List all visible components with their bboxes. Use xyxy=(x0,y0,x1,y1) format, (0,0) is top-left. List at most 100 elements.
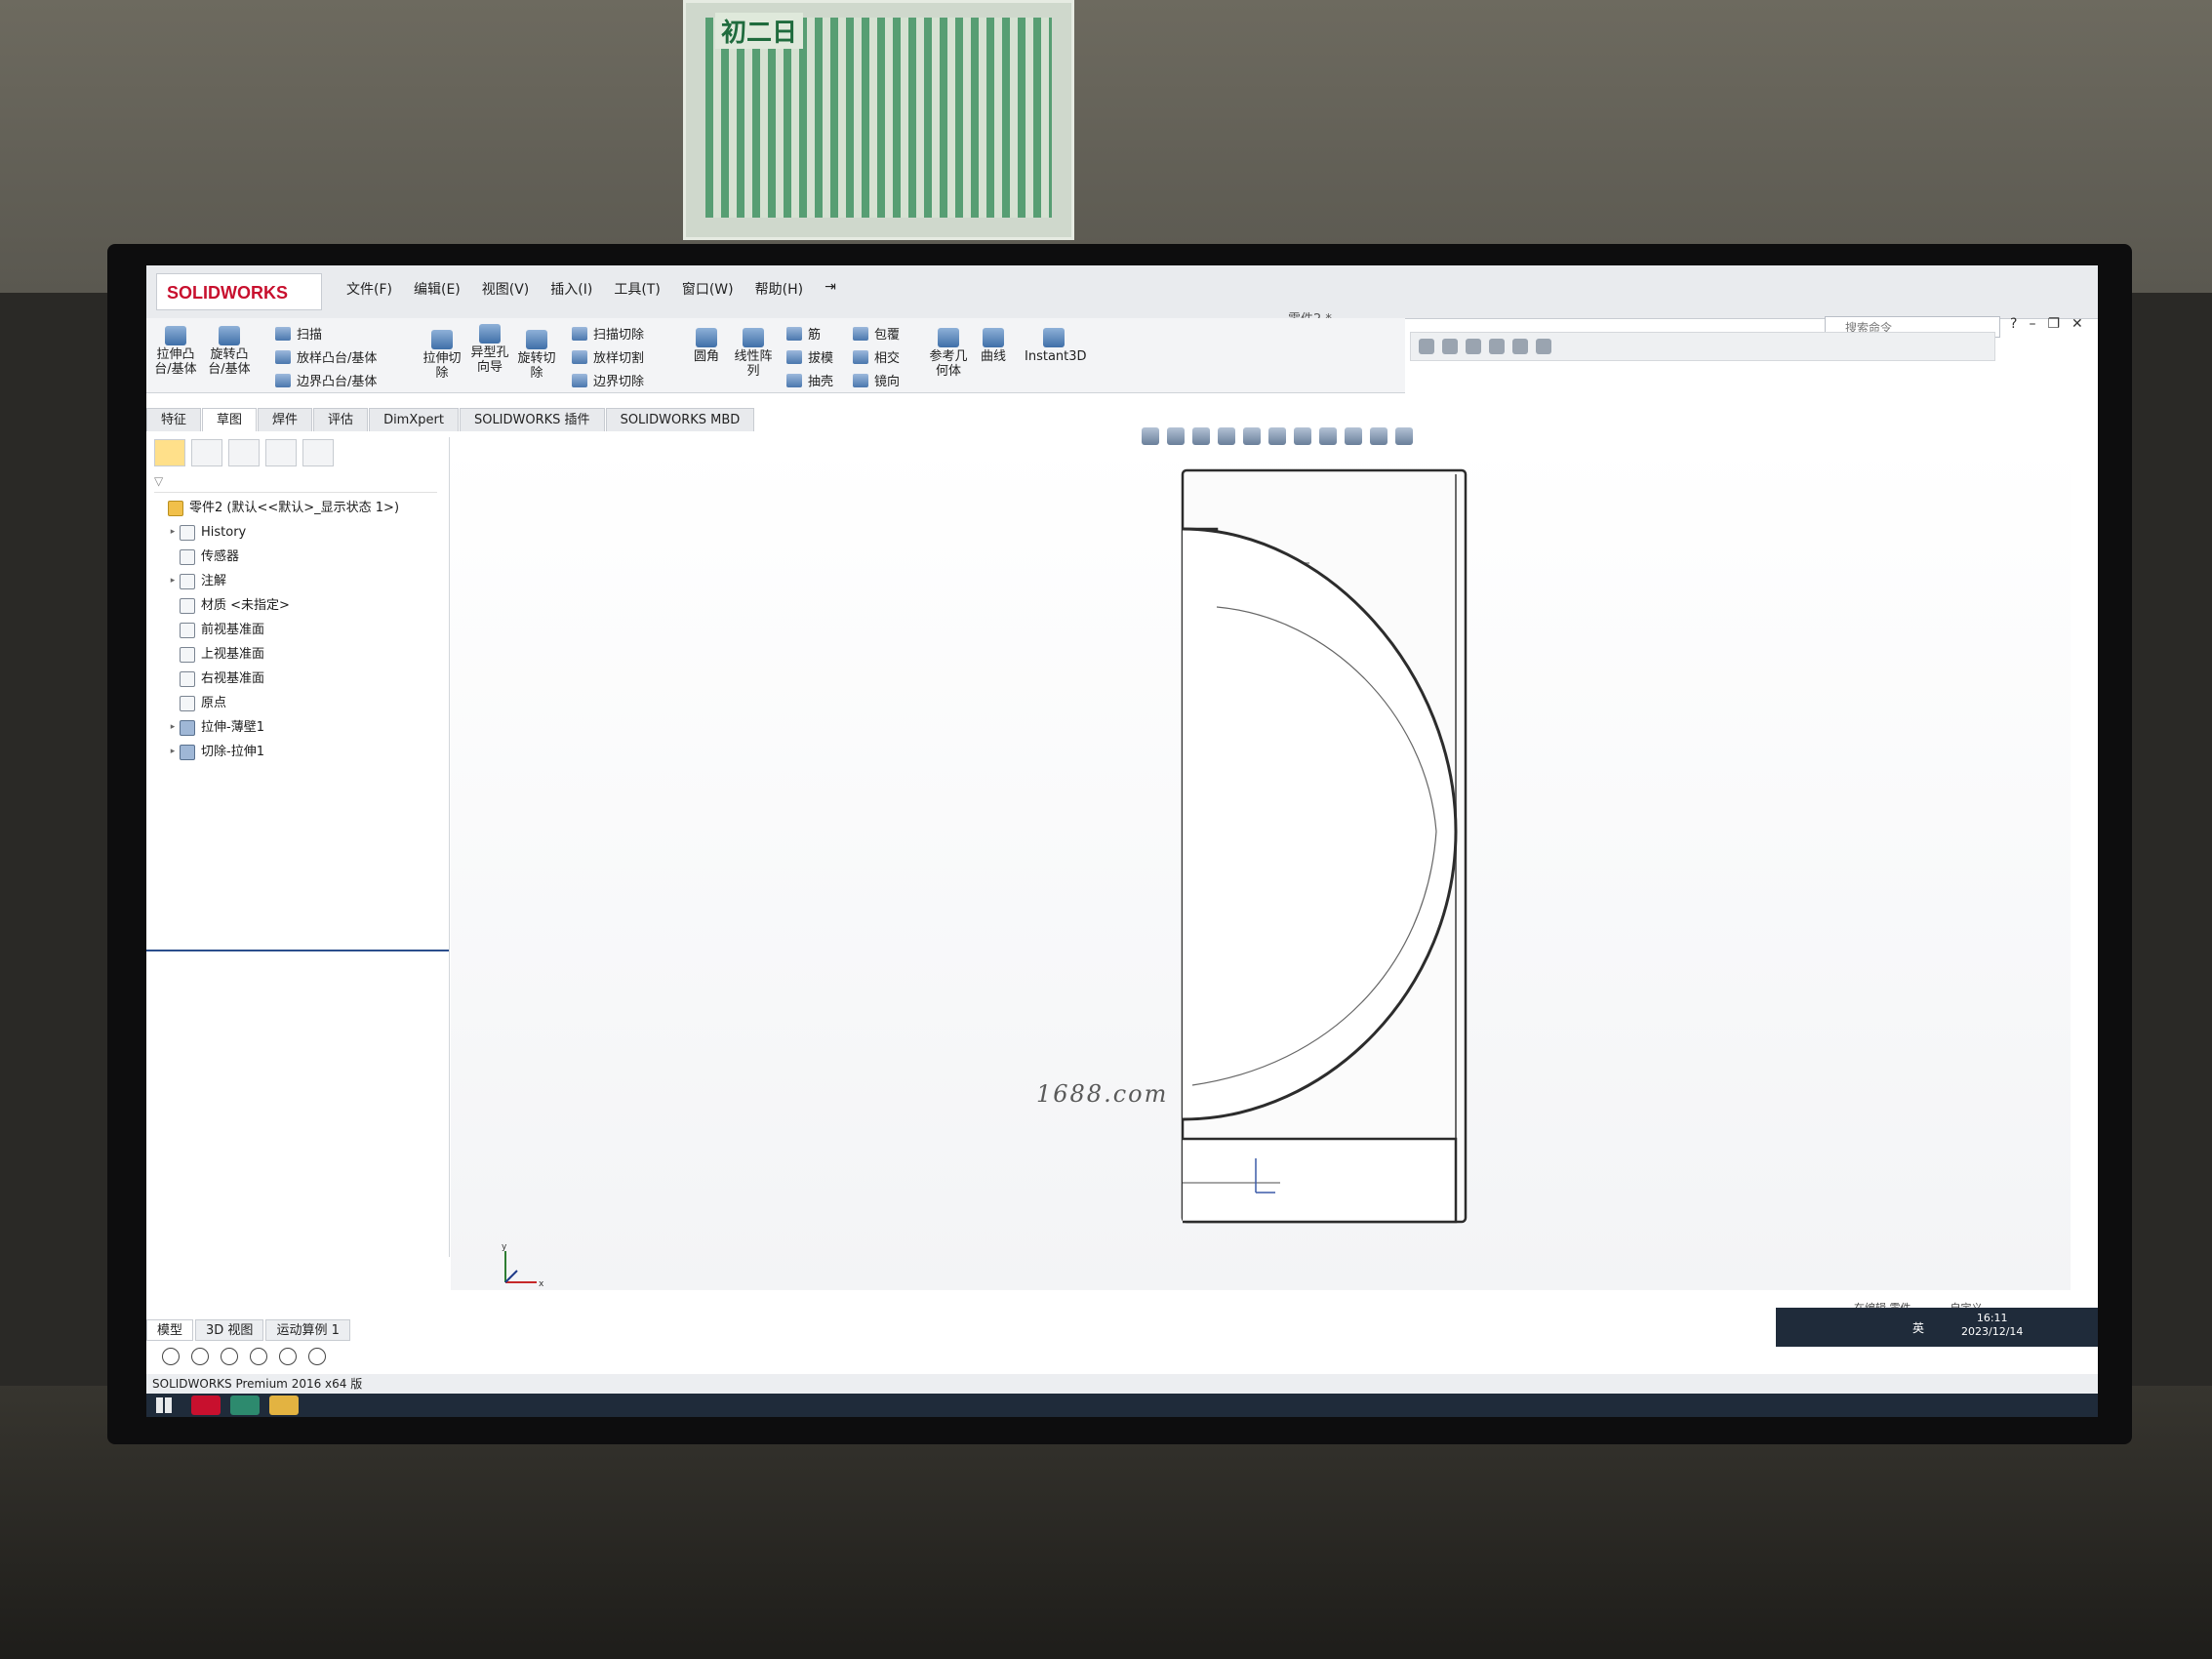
zoom-area-icon[interactable] xyxy=(1167,427,1185,445)
linear-pattern-button[interactable]: 线性阵列 xyxy=(732,328,775,379)
extrude-boss-button[interactable]: 拉伸凸台/基体 xyxy=(154,326,197,377)
extrude-cut-button[interactable]: 拉伸切除 xyxy=(422,330,463,381)
intersect-button[interactable]: 相交 xyxy=(853,347,900,366)
tree-item-annotations[interactable]: ▸ 注解 xyxy=(154,569,447,593)
view-settings-icon[interactable] xyxy=(1395,427,1413,445)
feature-tree-tab[interactable] xyxy=(154,439,185,466)
menu-window[interactable]: 窗口(W) xyxy=(682,279,734,299)
tab-weldments[interactable]: 焊件 xyxy=(258,408,313,431)
configuration-tab[interactable] xyxy=(228,439,260,466)
display-manager-tab[interactable] xyxy=(302,439,334,466)
restore-icon[interactable]: ❐ xyxy=(2047,316,2060,332)
tab-addins[interactable]: SOLIDWORKS 插件 xyxy=(459,408,605,431)
wrap-button[interactable]: 包覆 xyxy=(853,324,900,343)
revolve-boss-button[interactable]: 旋转凸台/基体 xyxy=(207,326,252,377)
wall-calendar: 初二日 xyxy=(683,0,1074,240)
scene-icon[interactable] xyxy=(1370,427,1388,445)
select-icon[interactable] xyxy=(1442,339,1458,354)
zoom-fit-icon[interactable] xyxy=(1142,427,1159,445)
revolve-cut-button[interactable]: 旋转切除 xyxy=(515,330,558,381)
help-icon[interactable]: ? xyxy=(2010,316,2017,332)
grid-icon[interactable] xyxy=(308,1348,326,1365)
tree-item-front-plane[interactable]: 前视基准面 xyxy=(154,618,447,642)
expand-icon[interactable]: ▸ xyxy=(166,569,180,593)
options-icon[interactable] xyxy=(1489,339,1505,354)
close-icon[interactable]: ✕ xyxy=(2071,316,2083,332)
tab-motion-study[interactable]: 运动算例 1 xyxy=(265,1319,350,1341)
tree-item-history[interactable]: ▸ History xyxy=(154,520,447,545)
tab-dimxpert[interactable]: DimXpert xyxy=(369,408,459,431)
solidworks-taskbar-icon[interactable] xyxy=(191,1396,221,1415)
tree-item-sensors[interactable]: 传感器 xyxy=(154,545,447,569)
tree-item-right-plane[interactable]: 右视基准面 xyxy=(154,667,447,691)
fillet-label: 圆角 xyxy=(693,349,719,364)
tree-item-material[interactable]: 材质 <未指定> xyxy=(154,593,447,618)
rib-button[interactable]: 筋 xyxy=(786,324,821,343)
display-style-icon[interactable] xyxy=(1294,427,1311,445)
mirror-button[interactable]: 镜向 xyxy=(853,371,900,389)
menu-insert[interactable]: 插入(I) xyxy=(550,279,592,299)
taskbar-clock[interactable]: 16:11 2023/12/14 xyxy=(1961,1312,2023,1339)
tree-filter[interactable]: ▽ xyxy=(154,474,437,493)
property-manager-tab[interactable] xyxy=(191,439,222,466)
fillet-button[interactable]: 圆角 xyxy=(689,328,724,364)
menu-help[interactable]: 帮助(H) xyxy=(755,279,803,299)
lofted-cut-button[interactable]: 放样切割 xyxy=(572,347,644,366)
tab-mbd[interactable]: SOLIDWORKS MBD xyxy=(605,408,755,431)
magnet-icon[interactable] xyxy=(1419,339,1434,354)
tree-root[interactable]: 零件2 (默认<<默认>_显示状态 1>) xyxy=(154,496,447,520)
tab-features[interactable]: 特征 xyxy=(146,408,202,431)
pin-icon[interactable]: ⇥ xyxy=(824,279,836,299)
boundary-boss-button[interactable]: 边界凸台/基体 xyxy=(275,371,377,389)
part-model[interactable] xyxy=(451,441,2071,1290)
point-icon[interactable] xyxy=(162,1348,180,1365)
tree-item-origin[interactable]: 原点 xyxy=(154,691,447,715)
render-icon[interactable] xyxy=(1536,339,1551,354)
tab-model[interactable]: 模型 xyxy=(146,1319,194,1341)
shell-button[interactable]: 抽壳 xyxy=(786,371,833,389)
loft-boss-button[interactable]: 放样凸台/基体 xyxy=(275,347,377,366)
tree-item-thin-extrude[interactable]: ▸ 拉伸-薄壁1 xyxy=(154,715,447,740)
expand-icon[interactable]: ▸ xyxy=(166,740,180,764)
line-icon[interactable] xyxy=(191,1348,209,1365)
solidworks-logo[interactable]: SOLIDWORKS xyxy=(156,273,322,310)
layer-icon[interactable] xyxy=(1512,339,1528,354)
dynamic-annotation-icon[interactable] xyxy=(1243,427,1261,445)
menu-view[interactable]: 视图(V) xyxy=(482,279,530,299)
instant3d-button[interactable]: Instant3D xyxy=(1025,328,1087,364)
app-taskbar-icon[interactable] xyxy=(230,1396,260,1415)
boundary-cut-button[interactable]: 边界切除 xyxy=(572,371,644,389)
hole-wizard-button[interactable]: 异型孔向导 xyxy=(468,324,511,375)
expand-icon[interactable]: ▸ xyxy=(166,520,180,545)
section-view-icon[interactable] xyxy=(1218,427,1235,445)
menu-file[interactable]: 文件(F) xyxy=(346,279,392,299)
tab-sketch[interactable]: 草图 xyxy=(202,408,258,431)
menu-edit[interactable]: 编辑(E) xyxy=(414,279,461,299)
appearance-icon[interactable] xyxy=(1345,427,1362,445)
previous-view-icon[interactable] xyxy=(1192,427,1210,445)
tree-item-top-plane[interactable]: 上视基准面 xyxy=(154,642,447,667)
draft-button[interactable]: 拔模 xyxy=(786,347,833,366)
dimxpert-tab[interactable] xyxy=(265,439,297,466)
rollback-bar[interactable] xyxy=(146,950,449,951)
file-explorer-icon[interactable] xyxy=(269,1396,299,1415)
windows-start-icon[interactable] xyxy=(156,1397,172,1413)
rebuild-icon[interactable] xyxy=(1466,339,1481,354)
ime-indicator[interactable]: 英 xyxy=(1912,1319,1924,1336)
graphics-area[interactable]: 1688.com xyxy=(451,441,2071,1290)
hide-show-icon[interactable] xyxy=(1319,427,1337,445)
reference-geometry-button[interactable]: 参考几何体 xyxy=(927,328,970,379)
minimize-icon[interactable]: – xyxy=(2029,316,2035,332)
expand-icon[interactable]: ▸ xyxy=(166,715,180,740)
circle-icon[interactable] xyxy=(221,1348,238,1365)
curves-button[interactable]: 曲线 xyxy=(978,328,1009,364)
tab-evaluate[interactable]: 评估 xyxy=(313,408,369,431)
menu-tools[interactable]: 工具(T) xyxy=(614,279,660,299)
tree-item-cut-extrude[interactable]: ▸ 切除-拉伸1 xyxy=(154,740,447,764)
swept-cut-button[interactable]: 扫描切除 xyxy=(572,324,644,343)
sweep-button[interactable]: 扫描 xyxy=(275,324,322,343)
view-orientation-icon[interactable] xyxy=(1268,427,1286,445)
trim-icon[interactable] xyxy=(250,1348,267,1365)
tab-3d-views[interactable]: 3D 视图 xyxy=(195,1319,264,1341)
angle-icon[interactable] xyxy=(279,1348,297,1365)
